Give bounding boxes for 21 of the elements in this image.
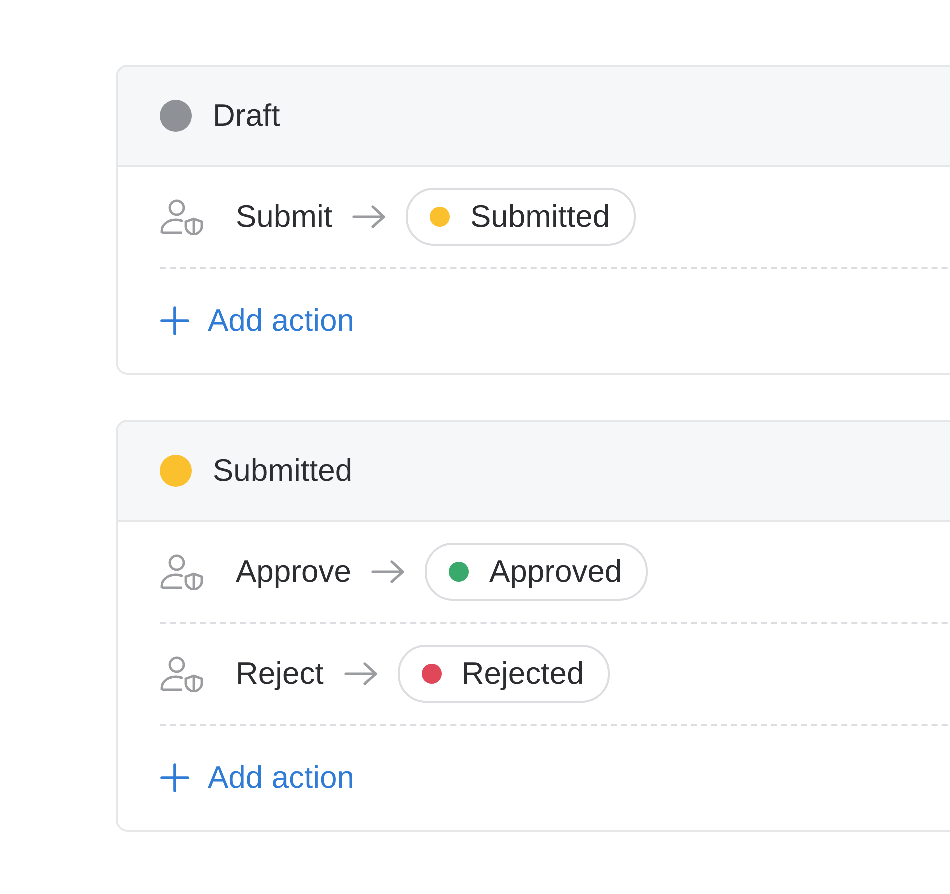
state-title: Submitted [213,453,353,489]
user-shield-icon [160,656,206,692]
arrow-right-icon [352,205,386,229]
target-state-label: Submitted [470,199,610,235]
target-state-pill[interactable]: Approved [425,543,648,601]
plus-icon [160,763,190,793]
target-state-label: Rejected [462,656,584,692]
target-state-label: Approved [489,554,622,590]
plus-icon [160,306,190,336]
user-shield-icon [160,554,206,590]
add-action-button[interactable]: Add action [160,760,354,796]
action-label: Approve [236,554,352,590]
action-label: Reject [236,656,324,692]
target-state-pill[interactable]: Submitted [406,188,636,246]
target-state-pill[interactable]: Rejected [398,645,610,703]
user-shield-icon [160,199,206,235]
arrow-right-icon [371,560,406,584]
arrow-right-icon [344,662,378,686]
state-title: Draft [213,98,280,134]
action-label: Submit [236,199,332,235]
add-action-button[interactable]: Add action [160,303,354,339]
